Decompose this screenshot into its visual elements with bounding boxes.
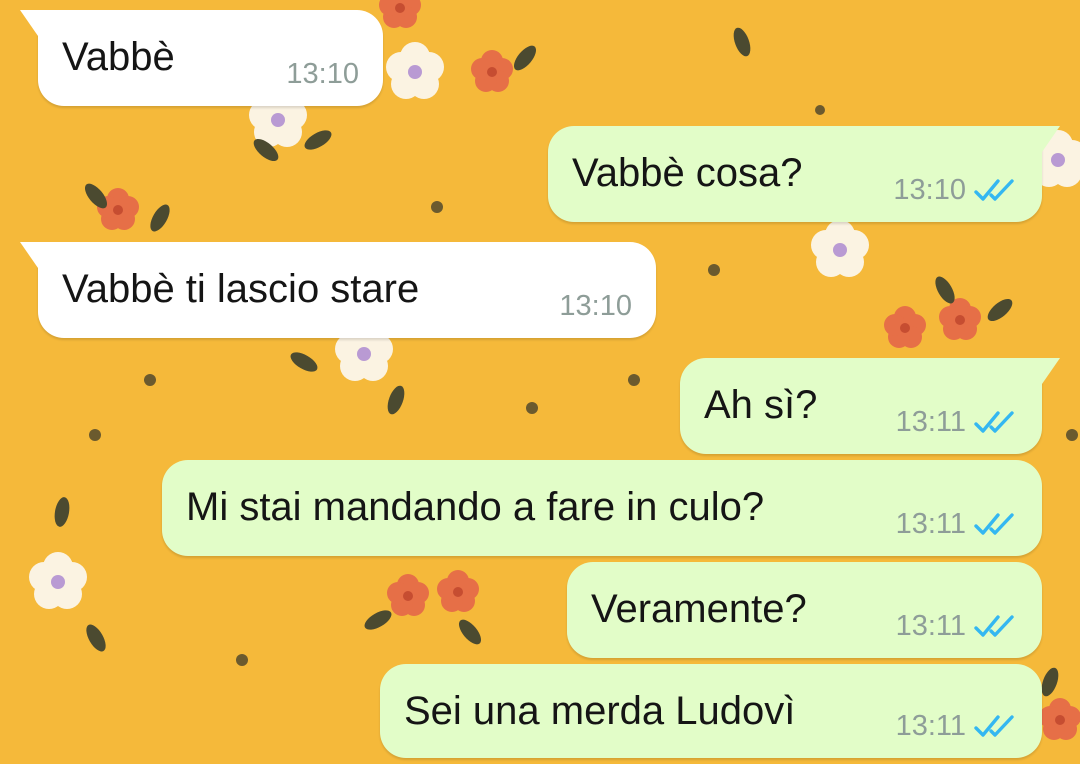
bubble-tail bbox=[1042, 126, 1060, 152]
message-bubble-outgoing[interactable]: Vabbè cosa? 13:10 bbox=[548, 126, 1060, 222]
double-check-icon bbox=[974, 411, 1014, 433]
message-meta: 13:10 bbox=[286, 58, 359, 90]
message-bubble-outgoing[interactable]: Veramente? 13:11 bbox=[567, 562, 1042, 658]
message-bubble-outgoing[interactable]: Sei una merda Ludovì 13:11 bbox=[380, 664, 1042, 758]
message-bubble-outgoing[interactable]: Ah sì? 13:11 bbox=[680, 358, 1060, 454]
message-text: Vabbè ti lascio stare bbox=[62, 267, 420, 311]
message-meta: 13:11 bbox=[896, 710, 1018, 742]
bubble-tail bbox=[20, 10, 38, 36]
message-time: 13:10 bbox=[893, 174, 966, 206]
message-time: 13:10 bbox=[286, 58, 359, 90]
message-bubble-incoming[interactable]: Vabbè ti lascio stare 13:10 bbox=[20, 242, 656, 338]
bubble-tail bbox=[1042, 358, 1060, 384]
message-bubble-incoming[interactable]: Vabbè 13:10 bbox=[20, 10, 383, 106]
double-check-icon bbox=[974, 179, 1014, 201]
message-text: Sei una merda Ludovì bbox=[404, 689, 796, 733]
double-check-icon bbox=[974, 513, 1014, 535]
message-text: Mi stai mandando a fare in culo? bbox=[186, 485, 765, 529]
message-text: Veramente? bbox=[591, 587, 807, 631]
message-meta: 13:11 bbox=[896, 610, 1018, 642]
double-check-icon bbox=[974, 715, 1014, 737]
message-text: Ah sì? bbox=[704, 383, 818, 427]
double-check-icon bbox=[974, 615, 1014, 637]
message-time: 13:11 bbox=[895, 610, 966, 642]
message-time: 13:11 bbox=[895, 508, 966, 540]
message-time: 13:11 bbox=[895, 710, 966, 742]
message-meta: 13:10 bbox=[893, 174, 1018, 206]
message-bubble-outgoing[interactable]: Mi stai mandando a fare in culo? 13:11 bbox=[162, 460, 1042, 556]
message-meta: 13:10 bbox=[559, 290, 632, 322]
message-meta: 13:11 bbox=[896, 406, 1018, 438]
message-text: Vabbè cosa? bbox=[572, 151, 803, 195]
message-time: 13:10 bbox=[559, 290, 632, 322]
bubble-tail bbox=[20, 242, 38, 268]
message-text: Vabbè bbox=[62, 35, 175, 79]
message-meta: 13:11 bbox=[896, 508, 1018, 540]
message-time: 13:11 bbox=[895, 406, 966, 438]
